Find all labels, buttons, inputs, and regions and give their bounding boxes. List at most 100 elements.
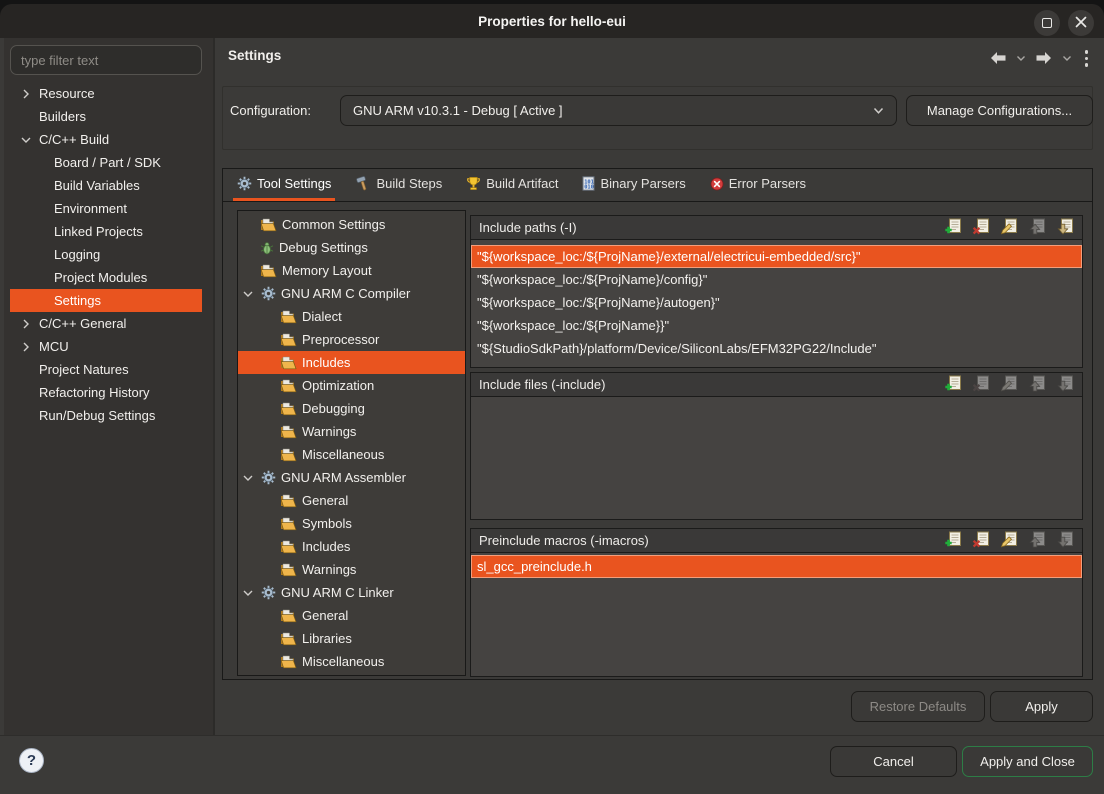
back-history-chevron-icon[interactable] [1016, 55, 1026, 62]
svg-text:010: 010 [585, 185, 595, 191]
tool-tree-item-label: General [302, 608, 348, 623]
restore-defaults-button[interactable]: Restore Defaults [851, 691, 985, 722]
list-item[interactable]: sl_gcc_preinclude.h [471, 555, 1082, 578]
list-item[interactable]: "${workspace_loc:/${ProjName}/autogen}" [471, 291, 1082, 314]
sidebar-item-c-c-general[interactable]: C/C++ General [10, 312, 202, 335]
add-button[interactable] [943, 376, 962, 394]
twisty-expanded-icon[interactable] [242, 587, 254, 599]
tool-tree-item-general[interactable]: General [238, 489, 465, 512]
delete-button[interactable] [971, 532, 990, 550]
tab-tool-settings[interactable]: Tool Settings [233, 169, 335, 201]
window-controls [1034, 10, 1094, 36]
apply-and-close-button[interactable]: Apply and Close [962, 746, 1093, 777]
window-title: Properties for hello-eui [478, 14, 626, 29]
sidebar-item-board-part-sdk[interactable]: Board / Part / SDK [10, 151, 202, 174]
add-button[interactable] [943, 219, 962, 237]
twisty-collapsed-icon[interactable] [20, 318, 32, 330]
cancel-button[interactable]: Cancel [830, 746, 957, 777]
configuration-select[interactable]: GNU ARM v10.3.1 - Debug [ Active ] [340, 95, 897, 126]
tab-label: Build Steps [376, 176, 442, 191]
folder-icon [280, 655, 297, 669]
tab-build-steps[interactable]: Build Steps [351, 169, 446, 201]
sidebar-item-build-variables[interactable]: Build Variables [10, 174, 202, 197]
view-menu-button[interactable] [1081, 50, 1093, 67]
tool-tree-item-optimization[interactable]: Optimization [238, 374, 465, 397]
gear-icon [237, 176, 252, 191]
edit-button[interactable] [999, 532, 1018, 550]
tool-tree-item-miscellaneous[interactable]: Miscellaneous [238, 650, 465, 673]
tool-tree-item-memory-layout[interactable]: Memory Layout [238, 259, 465, 282]
list-item[interactable]: "${workspace_loc:/${ProjName}/external/e… [471, 245, 1082, 268]
edit-button[interactable] [999, 219, 1018, 237]
tool-tree-item-common-settings[interactable]: Common Settings [238, 213, 465, 236]
include-paths-list[interactable]: "${workspace_loc:/${ProjName}/external/e… [471, 240, 1082, 367]
tab-label: Build Artifact [486, 176, 558, 191]
sidebar-item-settings[interactable]: Settings [10, 289, 202, 312]
tool-tree-item-miscellaneous[interactable]: Miscellaneous [238, 443, 465, 466]
tool-tree-item-libraries[interactable]: Libraries [238, 627, 465, 650]
tool-tree-item-label: Miscellaneous [302, 654, 384, 669]
titlebar: Properties for hello-eui [0, 4, 1104, 38]
add-button[interactable] [943, 532, 962, 550]
tool-tree-item-label: Debug Settings [279, 240, 368, 255]
maximize-button[interactable] [1034, 10, 1060, 36]
forward-button[interactable] [1035, 51, 1053, 65]
sidebar-item-linked-projects[interactable]: Linked Projects [10, 220, 202, 243]
sidebar-item-resource[interactable]: Resource [10, 82, 202, 105]
tool-tree-item-debugging[interactable]: Debugging [238, 397, 465, 420]
twisty-collapsed-icon[interactable] [20, 88, 32, 100]
folder-icon [280, 563, 297, 577]
sidebar-item-mcu[interactable]: MCU [10, 335, 202, 358]
close-button[interactable] [1068, 10, 1094, 36]
sidebar-item-project-modules[interactable]: Project Modules [10, 266, 202, 289]
tool-tree-item-dialect[interactable]: Dialect [238, 305, 465, 328]
forward-history-chevron-icon[interactable] [1062, 55, 1072, 62]
list-item[interactable]: "${workspace_loc:/${ProjName}/config}" [471, 268, 1082, 291]
list-item[interactable]: "${StudioSdkPath}/platform/Device/Silico… [471, 337, 1082, 360]
move-down-button[interactable] [1055, 219, 1074, 237]
tab-binary-parsers[interactable]: 101010Binary Parsers [578, 169, 689, 201]
preinclude-macros-list[interactable]: sl_gcc_preinclude.h [471, 553, 1082, 676]
include-files-list[interactable] [471, 397, 1082, 519]
sidebar-item-label: Run/Debug Settings [39, 408, 155, 423]
tool-tree-item-preprocessor[interactable]: Preprocessor [238, 328, 465, 351]
apply-button[interactable]: Apply [990, 691, 1093, 722]
manage-configurations-button[interactable]: Manage Configurations... [906, 95, 1093, 126]
tool-tree-item-general[interactable]: General [238, 604, 465, 627]
sidebar-item-c-c-build[interactable]: C/C++ Build [10, 128, 202, 151]
tool-tree-item-gnu-arm-assembler[interactable]: GNU ARM Assembler [238, 466, 465, 489]
tool-tree-item-debug-settings[interactable]: Debug Settings [238, 236, 465, 259]
sidebar-item-run-debug-settings[interactable]: Run/Debug Settings [10, 404, 202, 427]
back-button[interactable] [989, 51, 1007, 65]
sidebar-item-refactoring-history[interactable]: Refactoring History [10, 381, 202, 404]
sidebar-item-label: Build Variables [54, 178, 140, 193]
folder-icon [280, 517, 297, 531]
twisty-expanded-icon[interactable] [242, 288, 254, 300]
move-up-button [1027, 532, 1046, 550]
tab-build-artifact[interactable]: Build Artifact [462, 169, 562, 201]
tool-tree-item-gnu-arm-c-linker[interactable]: GNU ARM C Linker [238, 581, 465, 604]
delete-button[interactable] [971, 219, 990, 237]
sidebar-tree: ResourceBuildersC/C++ BuildBoard / Part … [10, 82, 202, 427]
folder-icon [280, 379, 297, 393]
list-item[interactable]: "${workspace_loc:/${ProjName}}" [471, 314, 1082, 337]
tab-error-parsers[interactable]: Error Parsers [706, 169, 810, 201]
move-up-icon [1028, 531, 1046, 551]
tool-tree-item-symbols[interactable]: Symbols [238, 512, 465, 535]
sidebar-item-logging[interactable]: Logging [10, 243, 202, 266]
tool-tree-item-gnu-arm-c-compiler[interactable]: GNU ARM C Compiler [238, 282, 465, 305]
tool-tree-item-warnings[interactable]: Warnings [238, 558, 465, 581]
twisty-expanded-icon[interactable] [20, 134, 32, 146]
tool-tree-item-warnings[interactable]: Warnings [238, 420, 465, 443]
sidebar-item-project-natures[interactable]: Project Natures [10, 358, 202, 381]
tool-tree-item-includes[interactable]: Includes [238, 535, 465, 558]
filter-input[interactable] [10, 45, 202, 75]
twisty-expanded-icon[interactable] [242, 472, 254, 484]
twisty-collapsed-icon[interactable] [20, 341, 32, 353]
sidebar-item-environment[interactable]: Environment [10, 197, 202, 220]
history-navbar [989, 50, 1093, 67]
tool-tree-item-includes[interactable]: Includes [238, 351, 465, 374]
sidebar-item-builders[interactable]: Builders [10, 105, 202, 128]
help-button[interactable]: ? [19, 748, 44, 773]
move-down-button [1055, 376, 1074, 394]
